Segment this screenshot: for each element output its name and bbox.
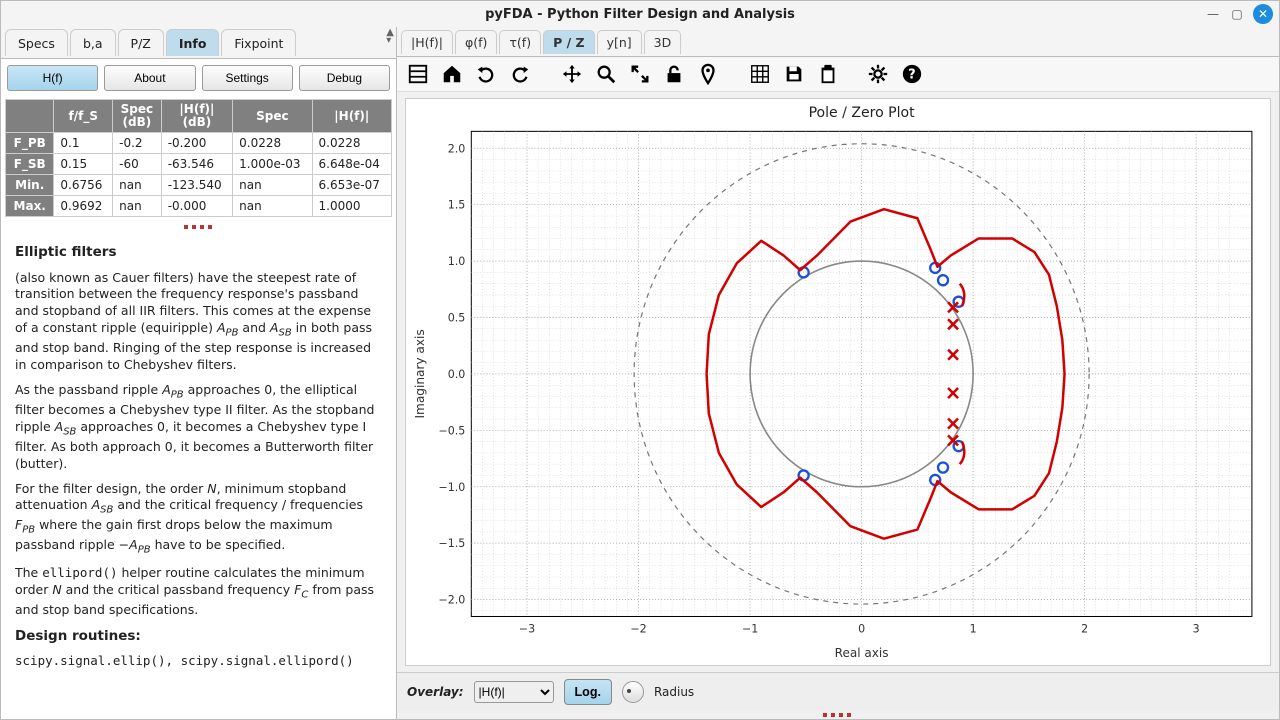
svg-text:1: 1 xyxy=(970,623,977,636)
tab-magh[interactable]: |H(f)| xyxy=(401,30,453,54)
home-icon[interactable] xyxy=(441,63,463,85)
plot-bottombar: Overlay: |H(f)| Log. Radius xyxy=(397,672,1279,711)
tab-fixpoint[interactable]: Fixpoint xyxy=(221,29,296,56)
pz-plot-svg: Pole / Zero Plot Imaginary axis Real axis −… xyxy=(406,99,1270,665)
doc-body: Elliptic filters (also known as Cauer fi… xyxy=(1,231,396,690)
left-splitter[interactable] xyxy=(1,223,396,231)
spec-col-hf: |H(f)| xyxy=(312,100,391,133)
right-pane: |H(f)| φ(f) τ(f) P / Z y[n] 3D xyxy=(397,27,1279,719)
doc-code: scipy.signal.ellip(), scipy.signal.ellip… xyxy=(15,653,382,670)
tab-pz[interactable]: P/Z xyxy=(118,29,164,56)
gear-icon[interactable] xyxy=(867,63,889,85)
svg-text:0.5: 0.5 xyxy=(448,312,466,325)
spec-col-blank xyxy=(6,100,54,133)
close-button[interactable]: ✕ xyxy=(1253,4,1273,24)
log-button[interactable]: Log. xyxy=(564,679,612,705)
svg-text:1.0: 1.0 xyxy=(448,255,466,268)
grid-icon[interactable] xyxy=(749,63,771,85)
svg-text:−1: −1 xyxy=(742,623,758,636)
doc-title: Elliptic filters xyxy=(15,243,382,261)
plot-toolbar: ? xyxy=(397,57,1279,92)
right-tabs: |H(f)| φ(f) τ(f) P / Z y[n] 3D xyxy=(397,27,1279,57)
doc-p2: As the passband ripple APB approaches 0,… xyxy=(15,382,382,473)
svg-text:2.0: 2.0 xyxy=(448,142,466,155)
doc-scroll[interactable]: Elliptic filters (also known as Cauer fi… xyxy=(1,231,396,719)
clipboard-icon[interactable] xyxy=(817,63,839,85)
doc-p4: The ellipord() helper routine calculates… xyxy=(15,565,382,619)
tab-pz-plot[interactable]: P / Z xyxy=(543,30,595,54)
tab-yn[interactable]: y[n] xyxy=(597,30,642,54)
svg-text:Pole / Zero Plot: Pole / Zero Plot xyxy=(809,105,916,121)
overlay-select[interactable]: |H(f)| xyxy=(474,681,554,703)
save-icon[interactable] xyxy=(783,63,805,85)
undo-icon[interactable] xyxy=(475,63,497,85)
tab-phase[interactable]: φ(f) xyxy=(455,30,497,54)
spec-col-specdb: Spec (dB) xyxy=(113,100,162,133)
pz-plot[interactable]: Pole / Zero Plot Imaginary axis Real axis −… xyxy=(405,98,1271,666)
pan-icon[interactable] xyxy=(561,63,583,85)
overlay-label: Overlay: xyxy=(407,685,464,699)
lock-icon[interactable] xyxy=(663,63,685,85)
svg-text:?: ? xyxy=(908,68,915,83)
svg-text:−1.5: −1.5 xyxy=(438,537,465,550)
left-tabs: Specs b,a P/Z Info Fixpoint ▲▾ xyxy=(1,27,396,59)
right-splitter[interactable] xyxy=(397,711,1279,719)
minimize-button[interactable]: — xyxy=(1205,6,1221,22)
table-row: Max. 0.9692 nan -0.000 nan 1.0000 xyxy=(6,196,392,217)
svg-text:0.0: 0.0 xyxy=(448,368,466,381)
spec-table: f/f_S Spec (dB) |H(f)| (dB) Spec |H(f)| … xyxy=(5,99,392,217)
svg-text:−2: −2 xyxy=(630,623,646,636)
content: Specs b,a P/Z Info Fixpoint ▲▾ H(f) Abou… xyxy=(1,27,1279,719)
doc-p1: (also known as Cauer filters) have the s… xyxy=(15,270,382,374)
window-controls: — ▢ ✕ xyxy=(1205,4,1273,24)
radius-label: Radius xyxy=(654,685,694,699)
table-row: Min. 0.6756 nan -123.540 nan 6.653e-07 xyxy=(6,175,392,196)
zoom-icon[interactable] xyxy=(595,63,617,85)
redo-icon[interactable] xyxy=(509,63,531,85)
maximize-button[interactable]: ▢ xyxy=(1229,6,1245,22)
svg-text:−0.5: −0.5 xyxy=(438,424,465,437)
svg-text:1.5: 1.5 xyxy=(448,199,466,212)
tab-specs[interactable]: Specs xyxy=(5,29,68,56)
tab-ba[interactable]: b,a xyxy=(70,29,116,56)
svg-text:Real axis: Real axis xyxy=(835,646,889,660)
info-subbuttons: H(f) About Settings Debug xyxy=(1,59,396,97)
svg-text:−3: −3 xyxy=(519,623,535,636)
svg-text:−1.0: −1.0 xyxy=(438,481,465,494)
tab-info[interactable]: Info xyxy=(166,29,220,56)
settings-button[interactable]: Settings xyxy=(202,65,293,91)
marker-icon[interactable] xyxy=(697,63,719,85)
doc-h2: Design routines: xyxy=(15,627,382,645)
fullscreen-icon[interactable] xyxy=(629,63,651,85)
hf-button[interactable]: H(f) xyxy=(7,65,98,91)
spec-col-spec: Spec xyxy=(233,100,312,133)
spec-col-ffs: f/f_S xyxy=(54,100,113,133)
table-row: F_PB 0.1 -0.2 -0.200 0.0228 0.0228 xyxy=(6,133,392,154)
spec-col-hfdb: |H(f)| (dB) xyxy=(161,100,232,133)
doc-p3: For the filter design, the order N, mini… xyxy=(15,481,382,558)
titlebar: pyFDA - Python Filter Design and Analysi… xyxy=(1,1,1279,27)
tab-3d[interactable]: 3D xyxy=(644,30,682,54)
radius-knob[interactable] xyxy=(622,681,644,703)
table-row: F_SB 0.15 -60 -63.546 1.000e-03 6.648e-0… xyxy=(6,154,392,175)
about-button[interactable]: About xyxy=(104,65,195,91)
menu-icon[interactable] xyxy=(407,63,429,85)
svg-text:0: 0 xyxy=(858,623,865,636)
left-pane: Specs b,a P/Z Info Fixpoint ▲▾ H(f) Abou… xyxy=(1,27,397,719)
tab-tau[interactable]: τ(f) xyxy=(499,30,541,54)
svg-text:−2.0: −2.0 xyxy=(438,594,465,607)
svg-text:Imaginary axis: Imaginary axis xyxy=(413,329,427,418)
svg-text:3: 3 xyxy=(1193,623,1200,636)
tab-scroll-icon[interactable]: ▲▾ xyxy=(386,29,394,45)
svg-text:2: 2 xyxy=(1081,623,1088,636)
help-icon[interactable]: ? xyxy=(901,63,923,85)
app-window: pyFDA - Python Filter Design and Analysi… xyxy=(0,0,1280,720)
debug-button[interactable]: Debug xyxy=(299,65,390,91)
window-title: pyFDA - Python Filter Design and Analysi… xyxy=(485,7,795,22)
